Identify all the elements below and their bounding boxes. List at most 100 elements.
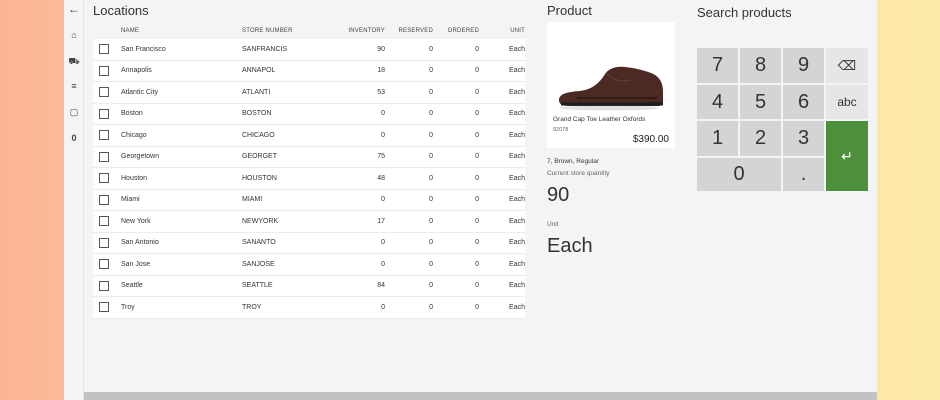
reserved-value: 0 — [429, 67, 433, 75]
ordered-value: 0 — [475, 239, 479, 247]
row-checkbox-input[interactable] — [99, 108, 109, 119]
key-9[interactable]: 9 — [783, 48, 824, 83]
table-row[interactable]: Miami MIAMI 0 0 0 Each — [93, 189, 525, 211]
abc-key[interactable]: abc — [826, 85, 868, 119]
column-header-store-number[interactable]: STORE NUMBER — [242, 28, 324, 34]
ordered-value: 0 — [475, 282, 479, 290]
enter-key[interactable]: ↵ — [826, 121, 868, 191]
inventory-value: 48 — [377, 174, 385, 182]
product-name: Grand Cap Toe Leather Oxfords — [553, 116, 646, 123]
shoe-image — [559, 66, 663, 111]
row-checkbox — [93, 280, 121, 291]
store-number: HOUSTON — [242, 174, 277, 182]
row-checkbox-input[interactable] — [99, 87, 109, 98]
key-3[interactable]: 3 — [783, 121, 824, 156]
backspace-key[interactable]: ⌫ — [826, 48, 868, 83]
unit-value-cell: Each — [509, 131, 525, 139]
reserved-value: 0 — [429, 239, 433, 247]
row-checkbox-input[interactable] — [99, 44, 109, 55]
bag-icon[interactable]: ▢ — [64, 106, 84, 118]
key-6[interactable]: 6 — [783, 85, 824, 119]
column-header-inventory[interactable]: INVENTORY — [324, 28, 385, 34]
table-row[interactable]: New York NEWYORK 17 0 0 Each — [93, 211, 525, 233]
row-checkbox-input[interactable] — [99, 65, 109, 76]
reserved-value: 0 — [429, 88, 433, 96]
key-4[interactable]: 4 — [697, 85, 738, 119]
unit-value-cell: Each — [509, 174, 525, 182]
table-row[interactable]: Atlantic City ATLANTI 53 0 0 Each — [93, 82, 525, 104]
location-name: Houston — [121, 174, 148, 182]
inventory-value: 0 — [381, 260, 385, 268]
row-checkbox-input[interactable] — [99, 151, 109, 162]
location-name: San Jose — [121, 260, 151, 268]
row-checkbox-input[interactable] — [99, 194, 109, 205]
key-2[interactable]: 2 — [740, 121, 781, 156]
column-header-unit[interactable]: UNIT — [479, 28, 525, 34]
home-icon[interactable]: ⌂ — [64, 29, 84, 41]
key-8[interactable]: 8 — [740, 48, 781, 83]
product-title: Product — [547, 3, 592, 18]
unit-value-cell: Each — [509, 217, 525, 225]
arrow-left-icon[interactable]: ← — [64, 3, 84, 15]
row-checkbox-input[interactable] — [99, 280, 109, 291]
table-row[interactable]: Georgetown GEORGET 75 0 0 Each — [93, 146, 525, 168]
row-checkbox-input[interactable] — [99, 173, 109, 184]
row-checkbox — [93, 44, 121, 55]
table-row[interactable]: San Antonio SANANTO 0 0 0 Each — [93, 232, 525, 254]
table-row[interactable]: Troy TROY 0 0 0 Each — [93, 297, 525, 319]
key-decimal[interactable]: . — [783, 158, 824, 191]
row-checkbox — [93, 65, 121, 76]
quantity-label: Current store quantity — [547, 170, 610, 177]
row-checkbox — [93, 302, 121, 313]
column-header-name[interactable]: NAME — [121, 28, 242, 34]
store-number: ATLANTI — [242, 88, 271, 96]
column-header-ordered[interactable]: ORDERED — [433, 28, 479, 34]
unit-label: Unit — [547, 221, 559, 228]
table-row[interactable]: San Francisco SANFRANCIS 90 0 0 Each — [93, 39, 525, 61]
ordered-value: 0 — [475, 131, 479, 139]
key-7[interactable]: 7 — [697, 48, 738, 83]
table-row[interactable]: Houston HOUSTON 48 0 0 Each — [93, 168, 525, 190]
row-checkbox — [93, 216, 121, 227]
store-number: TROY — [242, 303, 262, 311]
ordered-value: 0 — [475, 260, 479, 268]
row-checkbox-input[interactable] — [99, 130, 109, 141]
list-icon[interactable]: ≡ — [64, 80, 84, 92]
table-row[interactable]: San Jose SANJOSE 0 0 0 Each — [93, 254, 525, 276]
location-name: Boston — [121, 110, 143, 118]
row-checkbox-input[interactable] — [99, 259, 109, 270]
product-variant: 7, Brown, Regular — [547, 158, 600, 165]
unit-value-cell: Each — [509, 88, 525, 96]
unit-value: Each — [547, 235, 593, 257]
reserved-value: 0 — [429, 110, 433, 118]
location-name: Seattle — [121, 282, 143, 290]
product-card[interactable]: Grand Cap Toe Leather Oxfords 92078 $390… — [547, 22, 675, 148]
unit-value-cell: Each — [509, 260, 525, 268]
row-checkbox — [93, 173, 121, 184]
row-checkbox — [93, 151, 121, 162]
store-number: NEWYORK — [242, 217, 279, 225]
product-price: $390.00 — [632, 134, 669, 145]
table-row[interactable]: Chicago CHICAGO 0 0 0 Each — [93, 125, 525, 147]
row-checkbox-input[interactable] — [99, 302, 109, 313]
key-0[interactable]: 0 — [697, 158, 781, 191]
location-name: New York — [121, 217, 151, 225]
table-row[interactable]: Seattle SEATTLE 84 0 0 Each — [93, 275, 525, 297]
inventory-value: 0 — [381, 303, 385, 311]
table-row[interactable]: Boston BOSTON 0 0 0 Each — [93, 103, 525, 125]
backspace-icon: ⌫ — [837, 57, 857, 73]
store-number: GEORGET — [242, 153, 278, 161]
unit-value-cell: Each — [509, 239, 525, 247]
truck-icon[interactable]: ⛟ — [64, 55, 84, 67]
inventory-value: 53 — [377, 88, 385, 96]
table-row[interactable]: Annapolis ANNAPOL 18 0 0 Each — [93, 60, 525, 82]
row-checkbox-input[interactable] — [99, 237, 109, 248]
key-1[interactable]: 1 — [697, 121, 738, 156]
inventory-value: 0 — [381, 196, 385, 204]
row-checkbox-input[interactable] — [99, 216, 109, 227]
reserved-value: 0 — [429, 131, 433, 139]
store-number: MIAMI — [242, 196, 263, 204]
column-header-reserved[interactable]: RESERVED — [385, 28, 433, 34]
key-5[interactable]: 5 — [740, 85, 781, 119]
reserved-value: 0 — [429, 303, 433, 311]
